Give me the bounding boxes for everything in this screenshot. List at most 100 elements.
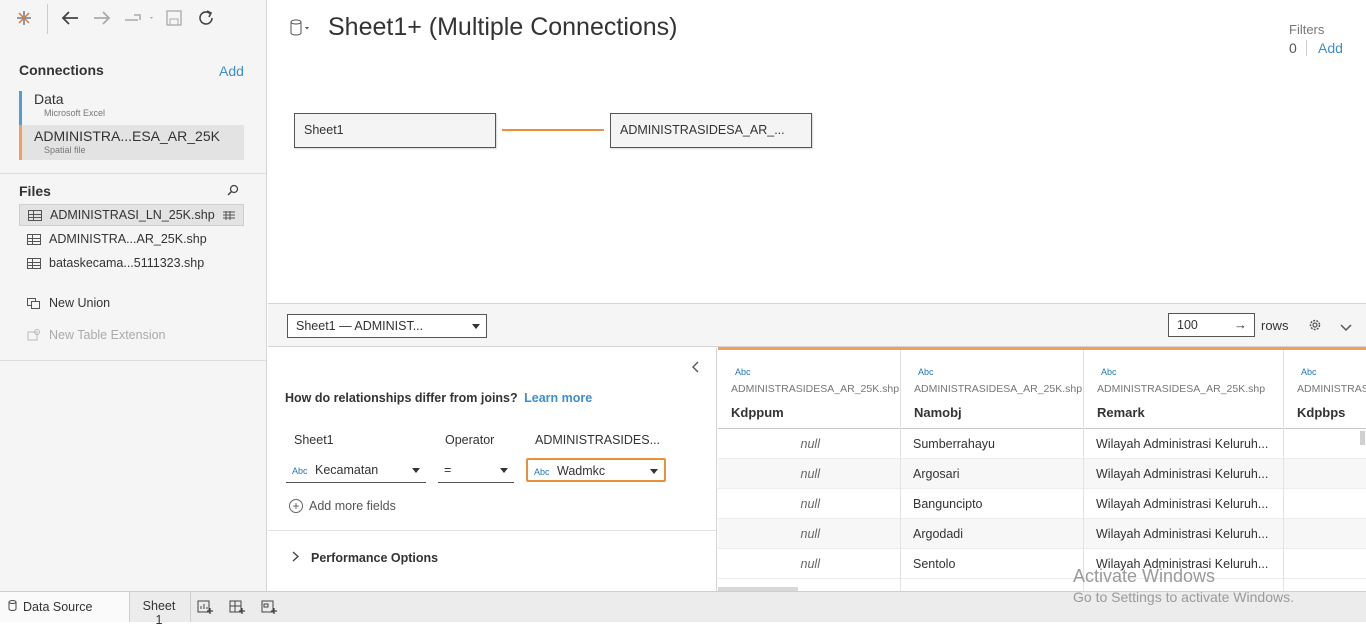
relationship-toolbar: Sheet1 — ADMINIST... 100 → rows <box>268 303 1366 347</box>
file-item[interactable]: bataskecama...5111323.shp <box>19 252 244 274</box>
table-box-sheet1[interactable]: Sheet1 <box>294 113 496 148</box>
chevron-right-icon[interactable] <box>292 550 300 565</box>
datasource-title[interactable]: Sheet1+ (Multiple Connections) <box>328 13 678 42</box>
grid-column[interactable]: Abc ADMINISTRASIDESA_AR_25K.shp Remark W… <box>1084 350 1284 591</box>
refresh-icon[interactable] <box>194 6 218 30</box>
relationship-noodle[interactable] <box>502 129 604 131</box>
grid-column[interactable]: Abc ADMINISTRASIDESA_AR_25K.shp Namobj S… <box>901 350 1084 591</box>
datasource-icon[interactable] <box>289 19 311 40</box>
relationship-canvas: Sheet1+ (Multiple Connections) Filters 0… <box>268 0 1366 303</box>
connection-type: Spatial file <box>44 145 86 155</box>
table-cell[interactable] <box>1284 519 1366 549</box>
learn-more-link[interactable]: Learn more <box>524 391 592 405</box>
table-cell[interactable]: Banguncipto <box>901 489 1083 519</box>
file-name: ADMINISTRA...AR_25K.shp <box>49 232 207 246</box>
relationship-select[interactable]: Sheet1 — ADMINIST... <box>287 314 487 338</box>
column-header[interactable]: Abc ADMINISTRASI Kdpbps <box>1284 350 1366 429</box>
column-header[interactable]: Abc ADMINISTRASIDESA_AR_25K.shp Remark <box>1084 350 1283 429</box>
table-cell[interactable]: Wilayah Administrasi Keluruh... <box>1084 459 1283 489</box>
table-cell[interactable]: null <box>718 549 900 579</box>
table-cell[interactable] <box>1284 429 1366 459</box>
add-filter-link[interactable]: Add <box>1318 40 1343 56</box>
table-icon <box>27 257 41 269</box>
divider <box>190 592 191 622</box>
operator-select[interactable]: = <box>438 459 514 483</box>
divider <box>0 360 266 361</box>
table-cell[interactable]: null <box>718 519 900 549</box>
table-icon <box>27 233 41 245</box>
table-cell[interactable]: Wilayah Administrasi Keluruh... <box>1084 429 1283 459</box>
new-story-icon[interactable] <box>261 599 277 618</box>
tab-data-source[interactable]: Data Source <box>0 592 130 622</box>
table-cell[interactable]: null <box>718 489 900 519</box>
gear-icon[interactable] <box>1308 318 1322 335</box>
arrow-right-icon[interactable]: → <box>1234 317 1247 332</box>
tab-sheet1[interactable]: Sheet 1 <box>130 592 188 627</box>
new-table-extension-item[interactable]: New Table Extension <box>19 324 244 346</box>
file-name: bataskecama...5111323.shp <box>49 256 205 270</box>
column-source: ADMINISTRASIDESA_AR_25K.shp <box>914 383 1083 395</box>
table-cell[interactable]: null <box>718 429 900 459</box>
table-cell[interactable]: Argodadi <box>901 519 1083 549</box>
filters-count: 0 <box>1289 40 1297 56</box>
collapse-chevron-icon[interactable] <box>692 361 700 376</box>
file-item[interactable]: ADMINISTRASI_LN_25K.shp <box>19 204 244 226</box>
table-cell[interactable]: Sentolo <box>901 549 1083 579</box>
column-source: ADMINISTRASI <box>1297 383 1366 395</box>
string-type-icon: Abc <box>534 467 550 477</box>
left-field-header: Sheet1 <box>294 433 334 447</box>
search-icon[interactable] <box>227 184 239 199</box>
table-cell[interactable]: Wilayah Administrasi Keluruh... <box>1084 489 1283 519</box>
new-table-extension-label: New Table Extension <box>49 328 166 342</box>
table-cell[interactable] <box>1284 489 1366 519</box>
connection-item-administrasi[interactable]: ADMINISTRA...ESA_AR_25K Spatial file <box>19 125 244 160</box>
table-cell[interactable]: Sumberrahayu <box>901 429 1083 459</box>
rows-input[interactable]: 100 → <box>1168 313 1255 337</box>
column-name: Remark <box>1097 405 1145 420</box>
column-header[interactable]: Abc ADMINISTRASIDESA_AR_25K.shp Namobj <box>901 350 1083 429</box>
redo-icon[interactable] <box>120 6 156 30</box>
performance-options-toggle[interactable]: Performance Options <box>311 551 438 565</box>
table-icon <box>28 209 42 221</box>
column-header[interactable]: Abc ADMINISTRASIDESA_AR_25K.shp Kdppum <box>718 350 900 429</box>
back-icon[interactable] <box>58 6 82 30</box>
tableau-logo-icon[interactable] <box>12 6 36 30</box>
grid-column[interactable]: Abc ADMINISTRASIDESA_AR_25K.shp Kdppum n… <box>718 350 901 591</box>
table-cell[interactable]: Wilayah Administrasi Keluruh... <box>1084 519 1283 549</box>
table-cell[interactable]: Wilayah Administrasi Keluruh... <box>1084 549 1283 579</box>
save-icon[interactable] <box>162 6 186 30</box>
add-more-fields-button[interactable]: + Add more fields <box>289 499 396 513</box>
operator-header: Operator <box>445 433 495 447</box>
add-more-fields-label: Add more fields <box>309 499 396 513</box>
new-worksheet-icon[interactable] <box>197 599 213 618</box>
connection-item-data[interactable]: Data Microsoft Excel <box>19 91 244 126</box>
new-dashboard-icon[interactable] <box>229 599 245 618</box>
table-cell[interactable] <box>1284 549 1366 579</box>
new-union-item[interactable]: New Union <box>19 292 244 314</box>
file-item[interactable]: ADMINISTRA...AR_25K.shp <box>19 228 244 250</box>
view-data-icon[interactable] <box>223 210 235 224</box>
chevron-down-icon[interactable] <box>1340 320 1352 335</box>
string-type-icon: Abc <box>735 367 751 377</box>
table-box-administrasi[interactable]: ADMINISTRASIDESA_AR_... <box>610 113 812 148</box>
grid-column[interactable]: Abc ADMINISTRASI Kdpbps <box>1284 350 1366 591</box>
column-source: ADMINISTRASIDESA_AR_25K.shp <box>731 383 900 395</box>
table-extension-icon <box>27 329 41 341</box>
add-connection-link[interactable]: Add <box>219 63 244 79</box>
string-type-icon: Abc <box>292 466 308 476</box>
connection-name: Data <box>34 91 64 107</box>
filters-label: Filters <box>1289 22 1325 37</box>
divider <box>268 530 716 531</box>
left-field-select[interactable]: Abc Kecamatan <box>286 459 426 483</box>
string-type-icon: Abc <box>1101 367 1117 377</box>
table-cell[interactable] <box>1284 459 1366 489</box>
left-panel: Connections Add Data Microsoft Excel ADM… <box>0 0 267 591</box>
vertical-scrollbar[interactable] <box>1360 431 1365 445</box>
chevron-down-icon <box>500 468 508 473</box>
column-source: ADMINISTRASIDESA_AR_25K.shp <box>1097 383 1266 395</box>
table-cell[interactable]: null <box>718 459 900 489</box>
forward-icon[interactable] <box>90 6 114 30</box>
table-cell[interactable]: Argosari <box>901 459 1083 489</box>
right-field-select[interactable]: Abc Wadmkc <box>526 458 666 482</box>
chevron-down-icon <box>412 468 420 473</box>
